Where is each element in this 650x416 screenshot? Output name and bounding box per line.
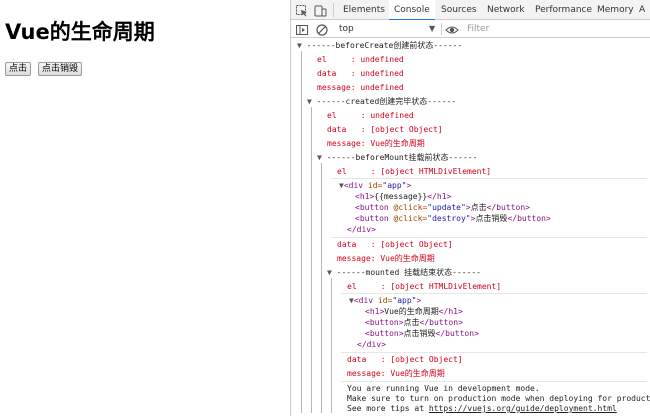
clear-console-icon[interactable]: [315, 22, 329, 36]
log-line: message: Vue的生命周期: [337, 254, 435, 263]
log-line: el : undefined: [317, 55, 404, 64]
row-divider: [341, 381, 647, 382]
expand-triangle-icon: ▼: [297, 41, 307, 50]
console-sidebar-icon[interactable]: [295, 22, 309, 36]
dom-node-div-close: </div>: [347, 225, 376, 234]
tab-elements[interactable]: Elements: [343, 0, 385, 20]
group-indent-bar: [331, 278, 332, 413]
dom-node-h1[interactable]: <h1>{{message}}</h1>: [355, 192, 451, 202]
dom-node-h1[interactable]: <h1>Vue的生命周期</h1>: [365, 307, 463, 317]
row-divider: [341, 293, 647, 294]
log-line: data : [object Object]: [337, 240, 453, 249]
log-line: message: Vue的生命周期: [347, 369, 445, 378]
dom-node-div-close: </div>: [357, 340, 386, 349]
cursor-inspect-icon[interactable]: [295, 3, 309, 17]
expand-triangle-icon: ▼: [327, 268, 337, 277]
log-line: data : [object Object]: [327, 125, 443, 134]
rendered-page: Vue的生命周期 点击 点击销毁: [0, 0, 290, 416]
row-divider: [331, 178, 647, 179]
log-header: ------beforeMount挂载前状态------: [326, 153, 478, 162]
log-group-before-mount[interactable]: ▼ ------beforeMount挂载前状态------: [317, 153, 477, 163]
tab-console[interactable]: Console: [389, 0, 435, 21]
row-divider: [331, 237, 647, 238]
destroy-button[interactable]: 点击销毁: [38, 62, 83, 76]
chevron-down-icon: ▼: [429, 24, 436, 33]
log-line: el : undefined: [327, 111, 414, 120]
log-line: data : undefined: [317, 69, 404, 78]
dom-node-div[interactable]: ▼<div id="app">: [349, 296, 421, 306]
expand-triangle-icon: ▼: [317, 153, 327, 162]
expand-triangle-icon: ▼: [307, 97, 317, 106]
tab-sources[interactable]: Sources: [441, 0, 477, 20]
device-toggle-icon[interactable]: [313, 3, 327, 17]
vue-notice-line: Make sure to turn on production mode whe…: [347, 394, 650, 403]
devtools-tab-bar: Elements Console Sources Network Perform…: [291, 0, 650, 21]
filter-input[interactable]: [467, 22, 647, 36]
log-group-created[interactable]: ▼ ------created创建完毕状态------: [307, 97, 456, 107]
console-toolbar: top ▼: [291, 20, 650, 38]
log-line: message: undefined: [317, 83, 404, 92]
log-line: el : [object HTMLDivElement]: [347, 282, 502, 291]
group-indent-bar: [321, 163, 322, 413]
tab-performance[interactable]: Performance: [535, 0, 592, 20]
tab-network[interactable]: Network: [487, 0, 525, 20]
context-selector[interactable]: top: [337, 22, 433, 36]
devtools-panel: Elements Console Sources Network Perform…: [290, 0, 650, 416]
dom-node-button[interactable]: <button @click="destroy">点击销毁</button>: [355, 214, 551, 224]
vue-notice-line: See more tips at https://vuejs.org/guide…: [347, 404, 617, 413]
toolbar-separator: [441, 23, 442, 35]
dom-node-button[interactable]: <button>点击</button>: [365, 318, 463, 328]
group-indent-bar: [311, 107, 312, 413]
dom-node-div[interactable]: ▼<div id="app">: [339, 181, 411, 191]
row-divider: [341, 352, 647, 353]
tab-application[interactable]: A: [639, 0, 645, 20]
log-line: message: Vue的生命周期: [327, 139, 425, 148]
log-header: ------created创建完毕状态------: [316, 97, 457, 106]
dom-node-button[interactable]: <button>点击销毁</button>: [365, 329, 479, 339]
log-group-mounted[interactable]: ▼ ------mounted 挂载结束状态------: [327, 268, 481, 278]
console-output: ▼ ------beforeCreate创建前状态------ el : und…: [291, 39, 650, 416]
log-line: el : [object HTMLDivElement]: [337, 167, 492, 176]
tab-separator: [333, 3, 334, 17]
log-header: ------mounted 挂载结束状态------: [336, 268, 481, 277]
log-header: ------beforeCreate创建前状态------: [306, 41, 463, 50]
log-line: data : [object Object]: [347, 355, 463, 364]
live-expression-eye-icon[interactable]: [445, 22, 459, 36]
update-button[interactable]: 点击: [5, 62, 32, 76]
tab-memory[interactable]: Memory: [597, 0, 634, 20]
dom-node-button[interactable]: <button @click="update">点击</button>: [355, 203, 530, 213]
log-group-before-create[interactable]: ▼ ------beforeCreate创建前状态------: [297, 41, 462, 51]
page-title: Vue的生命周期: [5, 20, 155, 44]
vue-notice-line: You are running Vue in development mode.: [347, 384, 540, 393]
vue-deployment-link[interactable]: https://vuejs.org/guide/deployment.html: [429, 404, 617, 413]
group-indent-bar: [301, 51, 302, 413]
